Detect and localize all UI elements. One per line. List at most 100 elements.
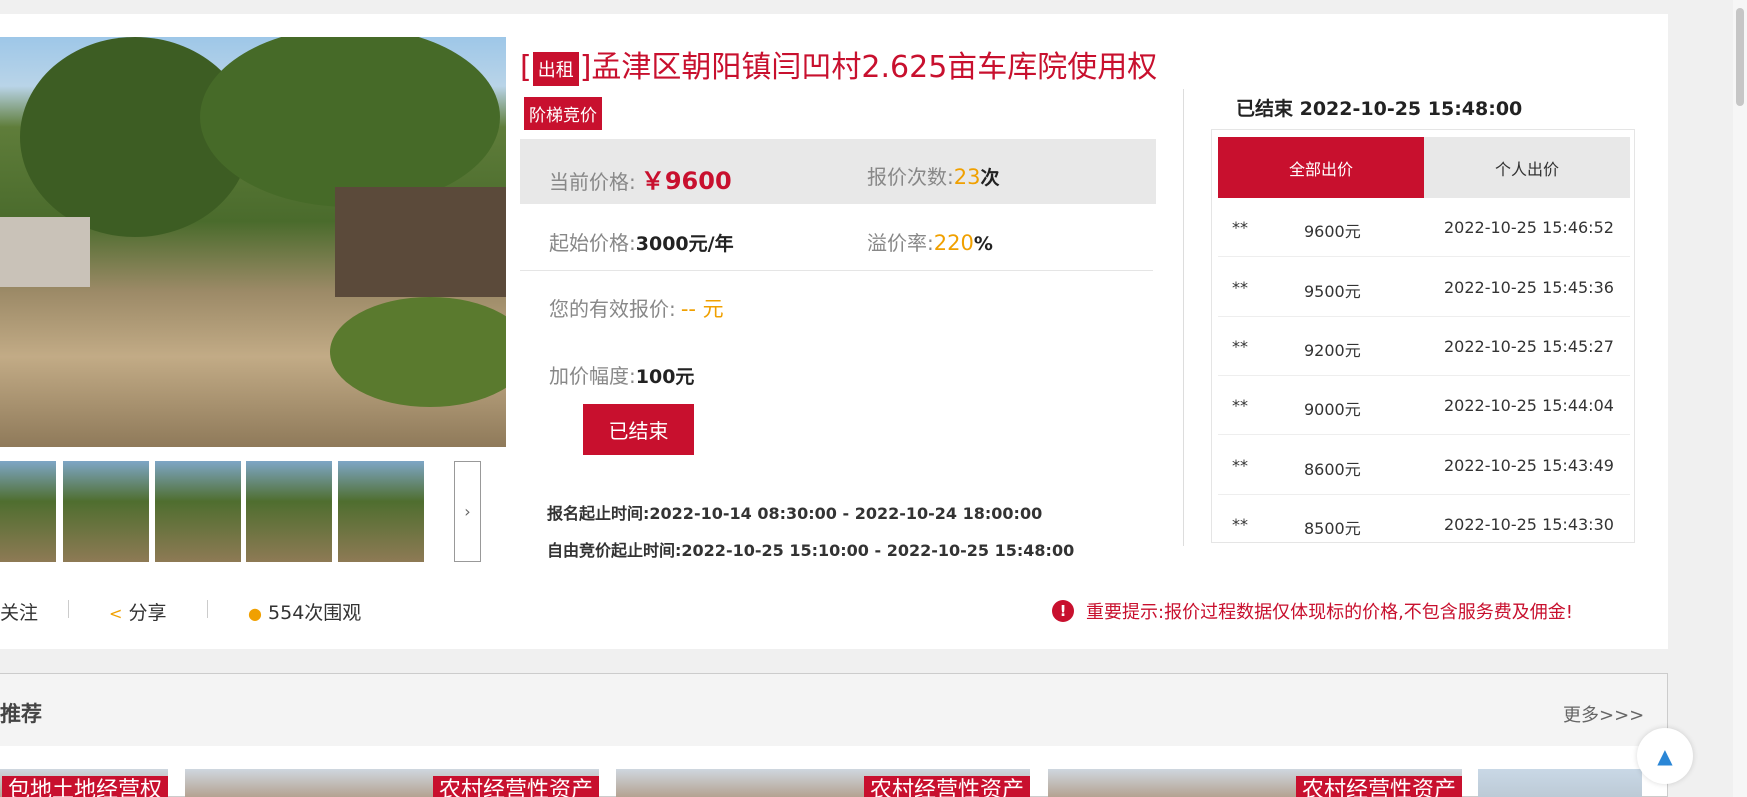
bidding-period: 自由竞价起止时间:2022-10-25 15:10:00 - 2022-10-2…: [547, 537, 1074, 561]
bid-history-panel: 全部出价 个人出价 ** 9600元 2022-10-25 15:46:52 *…: [1211, 129, 1635, 543]
bid-time: 2022-10-25 15:45:36: [1444, 278, 1614, 297]
recommend-header: 推荐 更多>>>: [0, 674, 1667, 746]
ended-status: 已结束 2022-10-25 15:48:00: [1236, 98, 1523, 120]
bid-amount: 9500元: [1304, 282, 1361, 301]
signup-range: 2022-10-14 08:30:00 - 2022-10-24 18:00:0…: [649, 504, 1043, 523]
bid-bidder: **: [1232, 337, 1248, 356]
bid-amount: 9000元: [1304, 400, 1361, 419]
thumbnail[interactable]: [0, 461, 56, 562]
bid-amount: 8500元: [1304, 519, 1361, 538]
tab-all-bids[interactable]: 全部出价: [1218, 137, 1424, 198]
bid-row: ** 8600元 2022-10-25 15:43:49: [1218, 436, 1630, 495]
recommend-title: 推荐: [0, 702, 42, 726]
thumbnail[interactable]: [155, 461, 241, 562]
separator: [207, 600, 208, 618]
bid-bidder: **: [1232, 396, 1248, 415]
bid-row: ** 8500元 2022-10-25 15:43:30: [1218, 495, 1630, 542]
view-count: ● 554次围观: [248, 598, 361, 625]
bid-row: ** 9000元 2022-10-25 15:44:04: [1218, 376, 1630, 435]
thumbnail[interactable]: [63, 461, 149, 562]
my-bid-value: -- 元: [680, 297, 724, 321]
start-price-label: 起始价格:: [549, 231, 636, 255]
bid-amount: 9600元: [1304, 222, 1361, 241]
title-text: ]孟津区朝阳镇闫凹村2.625亩车库院使用权: [579, 50, 1158, 85]
signup-period: 报名起止时间:2022-10-14 08:30:00 - 2022-10-24 …: [547, 500, 1042, 524]
current-price-label: 当前价格:: [549, 170, 636, 194]
recommend-card[interactable]: [1478, 769, 1642, 797]
premium-value: 220: [933, 231, 974, 255]
vertical-divider: [1183, 89, 1184, 546]
share-icon: <: [109, 604, 123, 623]
increment-value: 100元: [635, 366, 695, 388]
notice-text: 重要提示:报价过程数据仅体现标的价格,不包含服务费及佣金!: [1086, 602, 1573, 623]
bidding-range: 2022-10-25 15:10:00 - 2022-10-25 15:48:0…: [681, 541, 1075, 560]
house-shape: [0, 217, 90, 287]
more-link[interactable]: 更多>>>: [1563, 701, 1644, 727]
recommend-card[interactable]: 农村经营性资产: [616, 769, 1030, 797]
bid-amount: 9200元: [1304, 341, 1361, 360]
back-to-top-button[interactable]: ▲: [1637, 728, 1693, 784]
important-notice: ! 重要提示:报价过程数据仅体现标的价格,不包含服务费及佣金!: [1052, 598, 1573, 624]
auction-ended-button[interactable]: 已结束: [583, 404, 694, 455]
bid-bidder: **: [1232, 278, 1248, 297]
share-label: 分享: [128, 602, 167, 624]
premium-label: 溢价率:: [867, 231, 934, 255]
bid-row: ** 9200元 2022-10-25 15:45:27: [1218, 317, 1630, 376]
thumbnail[interactable]: [246, 461, 332, 562]
view-count-label: 554次围观: [268, 602, 362, 624]
recommend-section: 推荐 更多>>> 包地土地经营权 农村经营性资产 农村经营性资产 农村经营性资产: [0, 673, 1668, 797]
recommend-card[interactable]: 农村经营性资产: [1048, 769, 1462, 797]
alert-icon: !: [1052, 600, 1074, 622]
start-price-value: 3000元/年: [635, 233, 734, 255]
user-icon: ●: [248, 604, 262, 623]
bid-row: ** 9500元 2022-10-25 15:45:36: [1218, 258, 1630, 317]
increment: 加价幅度:100元: [549, 360, 694, 389]
bid-tabs: 全部出价 个人出价: [1218, 137, 1630, 198]
bush-shape: [330, 297, 506, 407]
current-price-value: ￥9600: [640, 167, 732, 195]
follow-button[interactable]: 关注: [0, 598, 38, 625]
recommend-card[interactable]: 农村经营性资产: [185, 769, 599, 797]
thumbnail[interactable]: [338, 461, 424, 562]
shed-shape: [335, 187, 506, 297]
title-bracket: [: [520, 50, 532, 85]
tab-my-bids[interactable]: 个人出价: [1424, 137, 1630, 198]
chevron-right-icon: ›: [464, 502, 471, 521]
bid-time: 2022-10-25 15:43:49: [1444, 456, 1614, 475]
separator: [68, 600, 69, 618]
page-scrollbar[interactable]: [1733, 0, 1747, 797]
premium-unit: %: [973, 233, 993, 255]
bid-time: 2022-10-25 15:45:27: [1444, 337, 1614, 356]
bid-bidder: **: [1232, 218, 1248, 237]
card-category-tag: 农村经营性资产: [1295, 776, 1462, 797]
card-category-tag: 农村经营性资产: [432, 776, 599, 797]
current-price: 当前价格: ￥9600: [549, 161, 732, 196]
card-category-tag: 包地土地经营权: [1, 776, 168, 797]
bid-time: 2022-10-25 15:46:52: [1444, 218, 1614, 237]
bid-time: 2022-10-25 15:44:04: [1444, 396, 1614, 415]
card-category-tag: 农村经营性资产: [863, 776, 1030, 797]
main-photo[interactable]: [0, 37, 506, 447]
listing-title: [出租]孟津区朝阳镇闫凹村2.625亩车库院使用权: [520, 42, 1157, 86]
bid-bidder: **: [1232, 515, 1248, 534]
bid-time: 2022-10-25 15:43:30: [1444, 515, 1614, 534]
tree-shape: [200, 37, 500, 207]
bid-count: 报价次数:23次: [867, 161, 1000, 190]
divider: [520, 270, 1153, 271]
signup-label: 报名起止时间:: [547, 504, 650, 523]
bid-count-value: 23: [953, 165, 981, 189]
scrollbar-thumb[interactable]: [1736, 8, 1744, 106]
bidding-label: 自由竞价起止时间:: [547, 541, 682, 560]
auction-type-badge: 阶梯竞价: [524, 97, 602, 130]
share-button[interactable]: < 分享: [109, 598, 166, 625]
rent-tag: 出租: [532, 51, 579, 86]
arrow-up-icon: ▲: [1657, 744, 1673, 768]
bid-row: ** 9600元 2022-10-25 15:46:52: [1218, 198, 1630, 257]
start-price: 起始价格:3000元/年: [549, 227, 734, 256]
my-bid: 您的有效报价: -- 元: [549, 293, 724, 323]
thumbnail-next-button[interactable]: ›: [454, 461, 481, 562]
recommend-card[interactable]: 包地土地经营权: [0, 769, 168, 797]
bid-amount: 8600元: [1304, 460, 1361, 479]
increment-label: 加价幅度:: [549, 364, 636, 388]
bid-bidder: **: [1232, 456, 1248, 475]
